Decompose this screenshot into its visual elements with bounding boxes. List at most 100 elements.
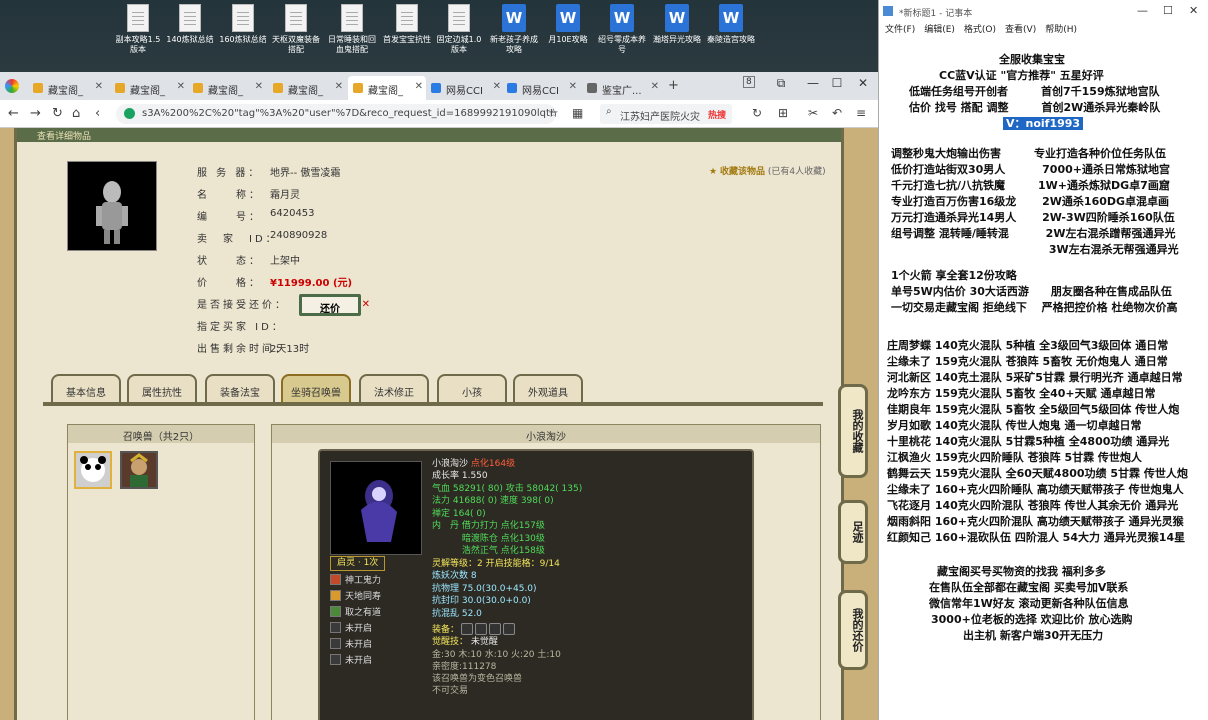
notepad-line: 飞花逐月 140克火四阶混队 苍狼阵 传世人其余无价 通异光 [887, 499, 1179, 512]
notepad-menu-item[interactable]: 帮助(H) [1045, 25, 1077, 35]
restore-icon[interactable]: ⧉ [768, 76, 794, 91]
pet-skill[interactable]: 天地同寿 [330, 589, 381, 602]
back-icon[interactable]: ← [8, 106, 19, 121]
desktop-icon[interactable]: W 新老孩子养成攻略 [488, 4, 540, 55]
search-icon: ⌕ [606, 106, 612, 117]
tab-favicon-icon [587, 83, 597, 93]
notepad-line: 全服收集宝宝 [999, 53, 1065, 66]
sidebar-toggle-icon[interactable]: ‹ [95, 106, 100, 121]
pet-detail-title: 小浪淘沙 [272, 425, 820, 443]
tab-close-icon[interactable]: ✕ [335, 81, 343, 92]
side-button[interactable]: 我的收藏 [838, 384, 868, 478]
browser-logo-icon[interactable] [5, 79, 19, 93]
tab-close-icon[interactable]: ✕ [651, 81, 659, 92]
refresh-search-icon[interactable]: ↻ [752, 106, 762, 120]
undo-icon[interactable]: ↶ [832, 106, 842, 120]
notepad-line: 万元打造通杀异光14男人 2W-3W四阶睡杀160队伍 [891, 211, 1175, 224]
scissors-icon[interactable]: ✂ [808, 106, 818, 120]
pet-skill[interactable]: 取之有道 [330, 605, 381, 618]
tab-count-badge[interactable]: 8 [743, 76, 755, 88]
desktop-icon[interactable]: W 绍号零成本养号 [596, 4, 648, 55]
detail-tab[interactable]: 装备法宝 [205, 374, 275, 402]
notepad-maximize-icon[interactable]: ☐ [1163, 4, 1173, 17]
detail-tab[interactable]: 法术修正 [359, 374, 429, 402]
pet-skill[interactable]: 未开启 [330, 637, 372, 650]
desktop-icon[interactable]: W 月10E攻略 [542, 4, 594, 45]
browser-tab[interactable]: 鉴宝广... ✕ [582, 76, 662, 100]
pet-stat-line: 炼妖次数 8 [432, 571, 477, 581]
notepad-minimize-icon[interactable]: — [1137, 4, 1148, 17]
equip-slot-2[interactable] [475, 623, 488, 635]
desktop-icon[interactable]: 140炼狱总结 [164, 4, 216, 45]
view-detail-header: 查看详细物品 [17, 128, 841, 142]
forward-icon[interactable]: → [30, 106, 41, 121]
pet-skill[interactable]: 未开启 [330, 653, 372, 666]
desktop: 副本攻略1.5版本 140炼狱总结 160炼狱总结 天枢双魔装备搭配 日常睡装和回血鬼搭… [0, 0, 880, 72]
field-label: 是否接受还价： [197, 300, 288, 311]
notepad-menu-item[interactable]: 格式(O) [964, 25, 996, 35]
desktop-icon[interactable]: 日常睡装和回血鬼搭配 [326, 4, 378, 55]
equip-slot-1[interactable] [461, 623, 474, 635]
new-tab-icon[interactable]: + [668, 78, 679, 93]
notepad-menu-item[interactable]: 查看(V) [1005, 25, 1036, 35]
home-icon[interactable]: ⌂ [72, 106, 80, 121]
side-button[interactable]: 我的还价 [838, 590, 868, 670]
desktop-icon[interactable]: 160炼狱总结 [217, 4, 269, 45]
detail-tab[interactable]: 基本信息 [51, 374, 121, 402]
browser-tab[interactable]: 藏宝阁_ ✕ [348, 76, 426, 100]
desktop-icon[interactable]: 固定边城1.0版本 [433, 4, 485, 55]
tab-close-icon[interactable]: ✕ [569, 81, 577, 92]
equip-slot-3[interactable] [489, 623, 502, 635]
tab-bar: 藏宝阁_ ✕ 藏宝阁_ ✕ 藏宝阁_ ✕ 藏宝阁_ ✕ 藏宝阁_ ✕ 网易CCI ✕ 网易CCI ✕ 鉴宝广… [0, 72, 878, 100]
tab-close-icon[interactable]: ✕ [255, 81, 263, 92]
reload-icon[interactable]: ↻ [52, 106, 63, 121]
desktop-icon-label: 副本攻略1.5版本 [115, 35, 161, 54]
notepad-close-icon[interactable]: ✕ [1189, 4, 1198, 17]
favorite-link[interactable]: ★ 收藏该物品 (已有4人收藏) [709, 164, 826, 177]
star-icon[interactable]: ☆ [548, 106, 559, 120]
notepad-menu-item[interactable]: 编辑(E) [924, 25, 955, 35]
browser-tab[interactable]: 网易CCI ✕ [426, 76, 504, 100]
word-file-icon: W [610, 4, 634, 32]
tab-close-icon[interactable]: ✕ [415, 81, 423, 92]
url-bar[interactable]: s3A%200%2C%20"tag"%3A%20"user"%7D&reco_r… [116, 104, 556, 124]
maximize-icon[interactable]: ☐ [824, 76, 850, 90]
skill-icon [330, 638, 341, 649]
pet-skill[interactable]: 未开启 [330, 621, 372, 634]
equip-slot-4[interactable] [503, 623, 516, 635]
pet-slot-warrior[interactable] [120, 451, 158, 489]
tab-label: 网易CCI [522, 86, 559, 97]
minimize-icon[interactable]: — [800, 76, 826, 90]
notepad-menu-item[interactable]: 文件(F) [885, 25, 915, 35]
side-button[interactable]: 足迹 [838, 500, 868, 564]
desktop-icon[interactable]: W 秦陵造宫攻略 [705, 4, 757, 45]
browser-tab[interactable]: 藏宝阁_ ✕ [110, 76, 188, 100]
tab-close-icon[interactable]: ✕ [95, 81, 103, 92]
tab-close-icon[interactable]: ✕ [177, 81, 185, 92]
desktop-icon[interactable]: 天枢双魔装备搭配 [270, 4, 322, 55]
secure-shield-icon [124, 108, 135, 119]
apps-icon[interactable]: ⊞ [778, 106, 788, 120]
pet-stat-line: 浩然正气 点化158级 [432, 546, 545, 556]
desktop-icon[interactable]: 首发宝宝抗性 [381, 4, 433, 45]
text-file-icon [179, 4, 201, 32]
extension-icon[interactable]: ▦ [572, 106, 583, 120]
close-icon[interactable]: ✕ [850, 76, 876, 90]
menu-icon[interactable]: ≡ [856, 106, 866, 120]
desktop-icon-label: 秦陵造宫攻略 [707, 35, 755, 44]
desktop-icon[interactable]: 副本攻略1.5版本 [112, 4, 164, 55]
pet-slot-panda[interactable] [74, 451, 112, 489]
browser-tab[interactable]: 藏宝阁_ ✕ [188, 76, 266, 100]
counter-offer-button[interactable]: 还价 [299, 294, 370, 316]
hot-search-label[interactable]: 热搜 [708, 108, 726, 121]
browser-tab[interactable]: 藏宝阁_ ✕ [268, 76, 346, 100]
desktop-icon[interactable]: W 瀚塔异光攻略 [651, 4, 703, 45]
detail-tab[interactable]: 小孩 [437, 374, 507, 402]
tab-close-icon[interactable]: ✕ [493, 81, 501, 92]
browser-tab[interactable]: 网易CCI ✕ [502, 76, 580, 100]
detail-tab[interactable]: 属性抗性 [127, 374, 197, 402]
detail-tab[interactable]: 外观道具 [513, 374, 583, 402]
detail-tab[interactable]: 坐骑召唤兽 [281, 374, 351, 402]
browser-tab[interactable]: 藏宝阁_ ✕ [28, 76, 106, 100]
pet-skill[interactable]: 神工鬼力 [330, 573, 381, 586]
